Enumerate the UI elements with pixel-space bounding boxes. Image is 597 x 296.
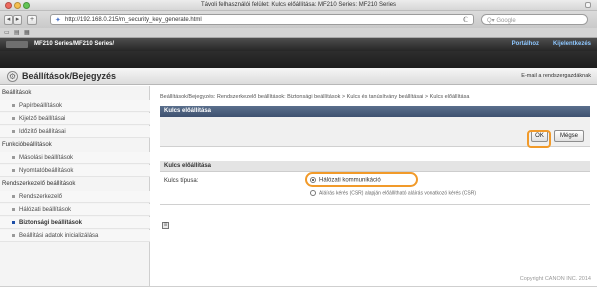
bullet-icon — [12, 129, 15, 133]
main-content: Beállítások/Bejegyzés: Rendszerkezelő be… — [160, 86, 592, 286]
sidebar-item-label: Biztonsági beállítások — [19, 220, 83, 226]
bullet-icon — [12, 103, 15, 107]
fullscreen-icon[interactable] — [585, 2, 591, 8]
bullet-icon — [12, 116, 15, 120]
ok-highlight — [527, 130, 551, 148]
window-title: Távoli felhasználói felület: Kulcs előál… — [200, 2, 397, 8]
radio-csr-label: Aláírás kérés (CSR) alapján előállítható… — [319, 190, 477, 197]
radio-selected-icon[interactable] — [310, 177, 316, 183]
site-icon: ✦ — [55, 17, 61, 24]
canon-logo — [6, 41, 28, 48]
sidebar-group-functions[interactable]: Funkcióbeállítások — [0, 140, 150, 151]
sidebar-item-copy[interactable]: Másolási beállítások — [0, 152, 150, 164]
radio-network[interactable]: Hálózati kommunikáció — [310, 177, 381, 184]
footer-divider — [0, 286, 597, 287]
copyright: Copyright CANON INC. 2014 — [519, 276, 591, 282]
sidebar-item-init[interactable]: Beállítási adatok inicializálása — [0, 230, 150, 242]
sidebar-item-label: Hálózati beállítások — [19, 207, 72, 213]
add-bookmark-button[interactable]: + — [27, 15, 37, 25]
sidebar-group-admin[interactable]: Rendszerkezelő beállítások — [0, 179, 150, 190]
sidebar-group-settings[interactable]: Beállítások — [0, 88, 150, 99]
bullet-icon — [12, 194, 15, 198]
key-type-label: Kulcs típusa: — [164, 178, 199, 184]
bullet-icon — [12, 207, 15, 211]
sidebar-item-label: Másolási beállítások — [19, 155, 74, 161]
sidebar-item-printer[interactable]: Nyomtatóbeállítások — [0, 165, 150, 177]
bookmarks-icon[interactable]: ▤ — [14, 29, 20, 36]
sidebar-item-timer[interactable]: Időzítő beállításai — [0, 126, 150, 138]
sidebar-item-label: Papírbeállítások — [19, 103, 63, 109]
bullet-icon — [12, 155, 15, 159]
note-icon: ≡ — [162, 222, 169, 229]
address-bar[interactable]: ✦ http://192.168.0.215/m_security_key_ge… — [50, 14, 474, 25]
radio-network-label: Hálózati kommunikáció — [319, 177, 381, 184]
form-title: Kulcs előállítása — [160, 161, 590, 172]
search-field[interactable]: Q▾ Google — [481, 14, 588, 25]
sidebar-item-label: Rendszerkezelő — [19, 194, 63, 200]
product-strip: MF210 Series/MF210 Series/ Portálhoz Kij… — [0, 38, 597, 51]
sidebar-item-label: Kijelző beállításai — [19, 116, 66, 122]
panel-title: Kulcs előállítása — [160, 106, 590, 117]
bullet-icon — [12, 220, 15, 224]
settings-gear-icon: ⚙ — [7, 71, 18, 82]
panel-actions: OK Mégse — [160, 117, 590, 147]
reload-icon[interactable]: ℂ — [463, 16, 468, 24]
top-sites-icon[interactable]: ▦ — [24, 29, 30, 36]
radio-unselected-icon[interactable] — [310, 190, 316, 196]
sidebar-item-paper[interactable]: Papírbeállítások — [0, 100, 150, 112]
bullet-icon — [12, 233, 15, 237]
radio-csr[interactable]: Aláírás kérés (CSR) alapján előállítható… — [310, 190, 476, 196]
window-titlebar: Távoli felhasználói felület: Kulcs előál… — [0, 0, 597, 11]
sidebar-item-display[interactable]: Kijelző beállításai — [0, 113, 150, 125]
form-divider — [160, 204, 590, 205]
product-name: MF210 Series/MF210 Series/ — [34, 41, 115, 47]
bullet-icon — [12, 168, 15, 172]
url-text[interactable]: http://192.168.0.215/m_security_key_gene… — [65, 17, 202, 23]
search-placeholder: Q▾ Google — [487, 18, 516, 24]
product-header: MF210 Series/MF210 Series/ Portálhoz Kij… — [0, 38, 597, 68]
sidebar-item-security[interactable]: Biztonsági beállítások — [0, 217, 150, 229]
browser-toolbar: ◂ ▸ + ✦ http://192.168.0.215/m_security_… — [0, 11, 597, 28]
forward-button[interactable]: ▸ — [13, 15, 22, 25]
sidebar-item-label: Időzítő beállításai — [19, 129, 66, 135]
cancel-button[interactable]: Mégse — [554, 130, 584, 142]
back-button[interactable]: ◂ — [4, 15, 13, 25]
breadcrumb: Beállítások/Bejegyzés: Rendszerkezelő be… — [160, 94, 470, 100]
page-title: Beállítások/Bejegyzés — [22, 71, 117, 81]
logout-link[interactable]: Kijelentkezés — [553, 41, 591, 47]
sidebar-item-label: Nyomtatóbeállítások — [19, 168, 74, 174]
reading-list-icon[interactable]: ▭ — [4, 29, 10, 36]
portal-link[interactable]: Portálhoz — [512, 41, 539, 47]
section-bar: ⚙ Beállítások/Bejegyzés E-mail a rendsze… — [0, 68, 597, 85]
sidebar-item-network[interactable]: Hálózati beállítások — [0, 204, 150, 216]
mail-admin-link[interactable]: E-mail a rendszergazdáknak — [521, 73, 591, 79]
sidebar-item-manager[interactable]: Rendszerkezelő — [0, 191, 150, 203]
sidebar-item-label: Beállítási adatok inicializálása — [19, 233, 99, 239]
bookmarks-bar: ▭ ▤ ▦ — [0, 28, 597, 38]
sidebar: Beállítások Papírbeállítások Kijelző beá… — [0, 86, 150, 286]
